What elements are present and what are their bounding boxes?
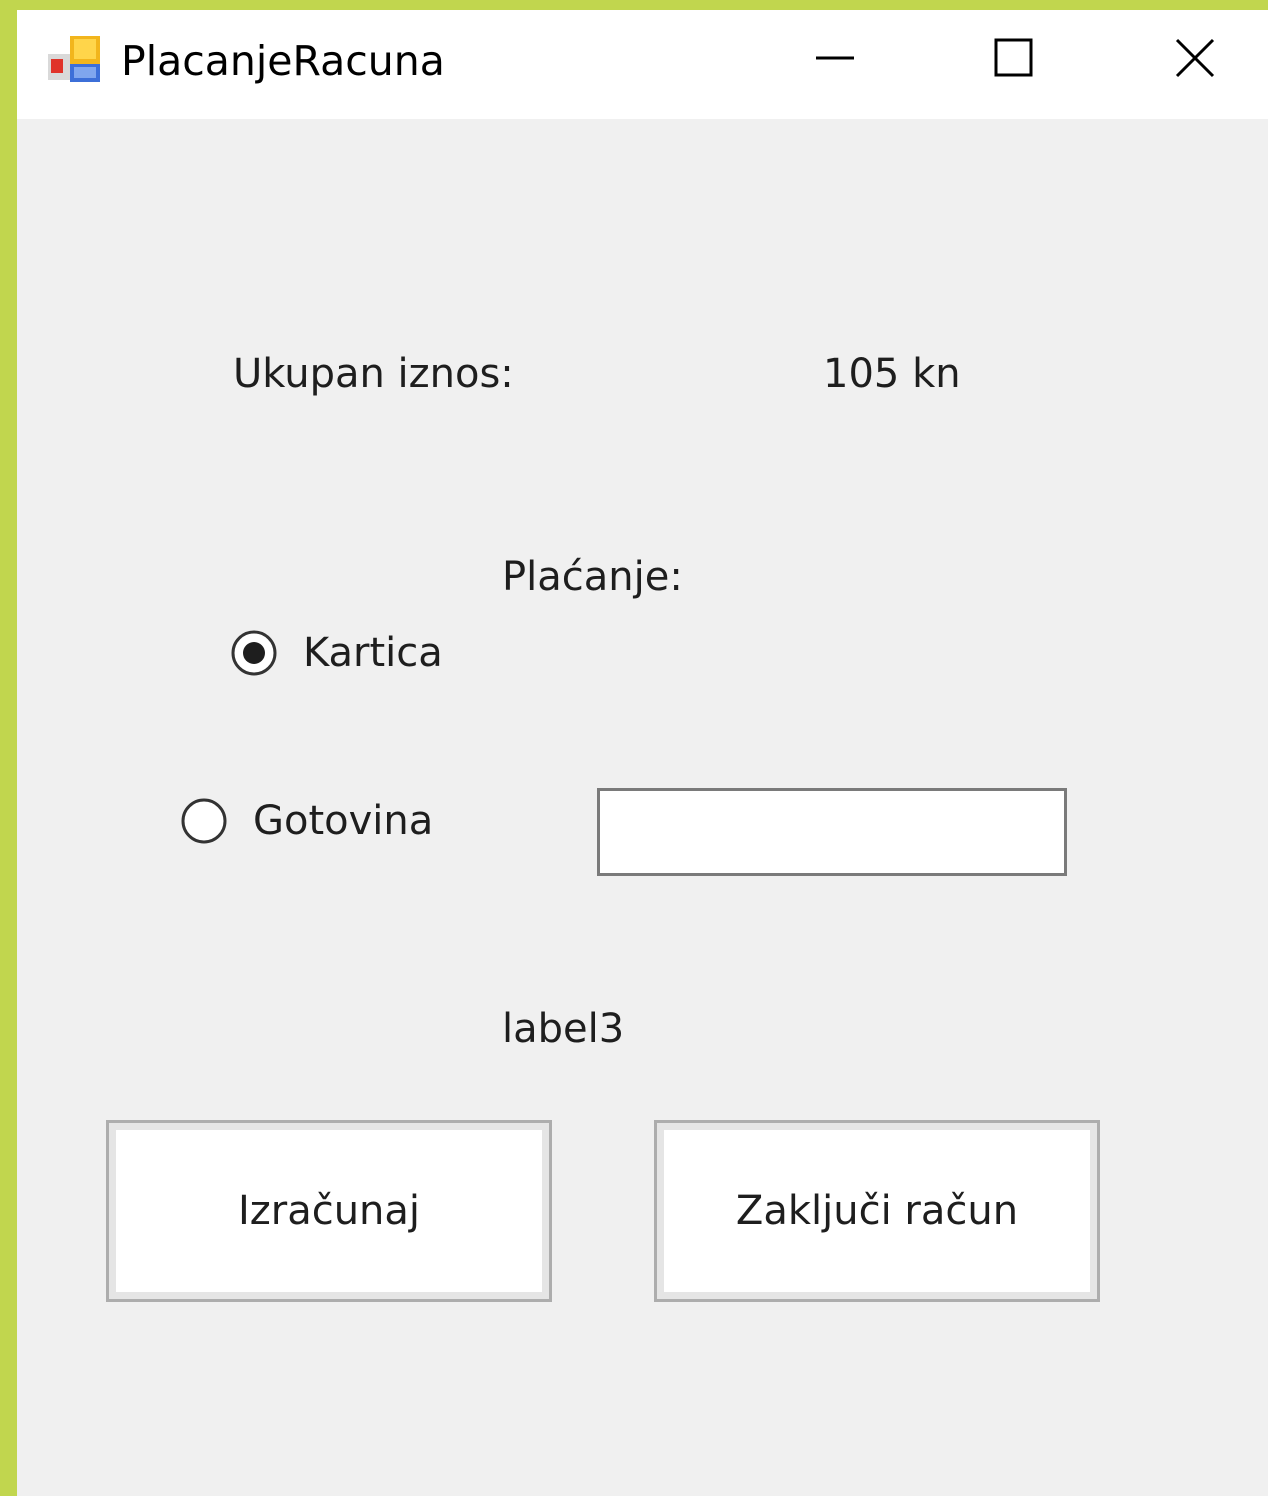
payment-option-card-label: Kartica — [303, 630, 443, 676]
total-amount-value: 105 kn — [823, 351, 961, 397]
close-icon — [1175, 38, 1215, 82]
close-bill-button-label: Zaključi račun — [735, 1188, 1019, 1234]
maximize-button[interactable] — [954, 10, 1074, 110]
app-icon — [48, 34, 102, 84]
close-bill-button[interactable]: Zaključi račun — [654, 1120, 1100, 1302]
cash-amount-input[interactable] — [597, 788, 1067, 876]
minimize-button[interactable] — [775, 10, 895, 110]
payment-label: Plaćanje: — [502, 554, 683, 600]
status-label: label3 — [502, 1006, 625, 1052]
calculate-button-label: Izračunaj — [237, 1188, 421, 1234]
total-amount-label: Ukupan iznos: — [233, 351, 514, 397]
payment-option-cash-label: Gotovina — [253, 798, 434, 844]
payment-option-cash[interactable]: Gotovina — [181, 796, 433, 846]
minimize-icon — [815, 38, 855, 82]
close-button[interactable] — [1135, 10, 1255, 110]
title-bar[interactable]: PlacanjeRacuna — [17, 10, 1268, 119]
maximize-icon — [994, 38, 1034, 82]
window-title: PlacanjeRacuna — [121, 37, 445, 85]
payment-option-card[interactable]: Kartica — [231, 628, 443, 678]
radio-checked-icon[interactable] — [231, 630, 277, 676]
radio-unchecked-icon[interactable] — [181, 798, 227, 844]
app-window: PlacanjeRacuna Ukupan iznos: 105 kn Plać… — [17, 10, 1268, 1496]
calculate-button[interactable]: Izračunaj — [106, 1120, 552, 1302]
